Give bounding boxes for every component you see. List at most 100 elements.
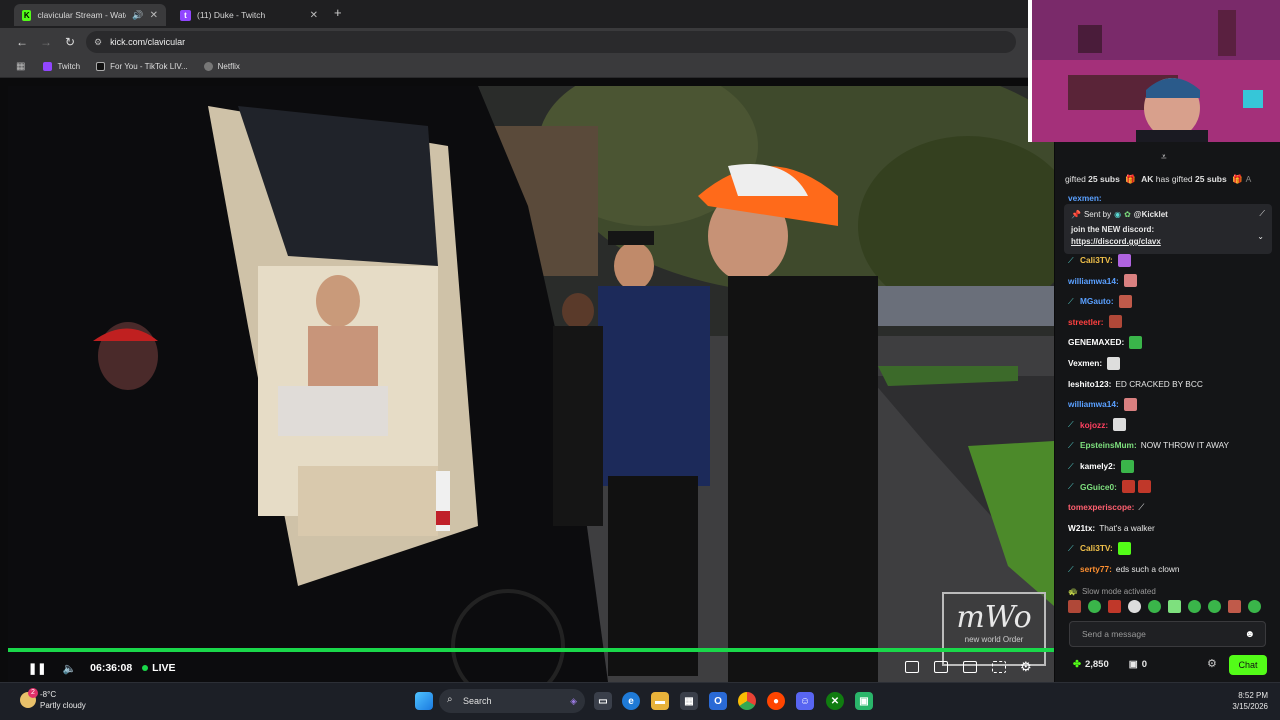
chat-settings-icon[interactable]: ⚙ [1207,657,1217,670]
chat-message: williamwa14: [1068,274,1137,288]
miniplayer-icon[interactable] [905,661,919,673]
chat-username[interactable]: streetler: [1068,317,1104,327]
address-bar[interactable]: ⚙ kick.com/clavicular [86,31,1016,53]
kick-icon: K [22,9,32,21]
expand-chevron-icon[interactable]: ⌄ [1257,232,1264,241]
system-clock[interactable]: 8:52 PM 3/15/2026 [1232,690,1268,712]
bookmark-netflix[interactable]: Netflix [203,62,240,71]
clock-date: 3/15/2026 [1232,702,1268,711]
chat-username[interactable]: williamwa14: [1068,399,1119,409]
chat-username[interactable]: W21tx: [1068,523,1095,533]
edge-icon[interactable]: e [622,692,640,710]
apps-grid-icon[interactable]: ▦ [16,61,25,72]
twitch-icon: t [180,9,191,21]
chat-input[interactable]: Send a message ☻ [1069,621,1266,647]
speaker-icon[interactable]: 🔊 [132,10,143,21]
volume-icon[interactable]: 🔈 [62,662,76,675]
chat-message: Vexmen: [1068,356,1121,370]
subscriber-badge-icon: ⟋ [1068,564,1074,574]
clock-time: 8:52 PM [1238,691,1268,700]
emote-icon[interactable] [1088,600,1101,613]
chat-username[interactable]: Cali3TV: [1080,255,1113,265]
video-progress-bar[interactable] [8,648,1054,652]
file-explorer-icon[interactable]: ▬ [651,692,669,710]
emote-icon[interactable] [1248,600,1261,613]
emote-icon[interactable] [1128,600,1141,613]
windows-start-icon[interactable] [415,692,433,710]
elapsed-time: 06:36:08 [90,662,133,674]
chat-username[interactable]: kojozz: [1080,420,1108,430]
emote-icon [1118,294,1132,308]
theater-mode-icon[interactable] [963,661,977,673]
reddit-icon[interactable]: ● [767,692,785,710]
back-icon[interactable]: ← [10,30,34,54]
weather-widget[interactable]: 2 -8°C Partly cloudy [20,688,86,711]
collapse-chevron-icon[interactable]: ⩡ [1161,152,1167,163]
chat-username[interactable]: tomexperiscope: [1068,502,1134,512]
tab-title: clavicular Stream - Watch L [37,10,126,20]
task-view-icon[interactable]: ▭ [594,692,612,710]
pinned-message[interactable]: 📌 Sent by ◉ ✿ @Kicklet ⟋ join the NEW di… [1064,204,1272,254]
stream-video[interactable]: mWo new world Order [8,86,1054,682]
emote-icon[interactable] [1168,600,1181,613]
app-icon[interactable]: ▣ [855,692,873,710]
close-tab-icon[interactable]: ✕ [310,10,318,21]
emote-icon[interactable] [1108,600,1121,613]
chat-username[interactable]: Cali3TV: [1080,543,1113,553]
chat-message: williamwa14: [1068,397,1137,411]
chat-username[interactable]: GENEMAXED: [1068,337,1124,347]
webcam-frame [1028,0,1280,142]
emoji-picker-icon[interactable]: ☻ [1244,629,1255,640]
xbox-icon[interactable]: ✕ [826,692,844,710]
subscriber-badge-icon: ⟋ [1068,461,1074,471]
chat-username[interactable]: leshito123: [1068,379,1111,389]
emote-icon[interactable] [1148,600,1161,613]
subscriber-badge-icon: ⟋ [1068,255,1074,265]
emote-icon[interactable] [1228,600,1241,613]
store-icon[interactable]: ▦ [680,692,698,710]
send-chat-button[interactable]: Chat [1229,655,1267,675]
forward-icon[interactable]: → [34,30,58,54]
subscriber-badge-icon: ⟋ [1068,296,1074,306]
chat-username[interactable]: williamwa14: [1068,276,1119,286]
unpin-icon[interactable]: ⟋ [1259,209,1265,219]
close-tab-icon[interactable]: ✕ [150,10,158,21]
emote-icon[interactable] [1068,600,1081,613]
chat-username[interactable]: EpsteinsMum: [1080,440,1137,450]
fullscreen-icon[interactable] [992,661,1006,673]
pinned-link[interactable]: https://discord.gg/clavx [1071,237,1265,246]
points-value: 2,850 [1084,659,1109,670]
gift-text: A [1245,174,1252,184]
bookmarks-bar: ▦ Twitch For You - TikTok LIV... Netflix [0,56,1030,78]
pause-icon[interactable]: ❚❚ [28,662,46,675]
site-info-icon[interactable]: ⚙ [94,37,102,48]
settings-gear-icon[interactable]: ⚙ [1020,659,1032,675]
chat-message: ⟋ kojozz: [1068,418,1127,432]
tab-twitch[interactable]: t (11) Duke - Twitch ✕ [172,4,326,26]
discord-icon[interactable]: ☺ [796,692,814,710]
chrome-icon[interactable] [738,692,756,710]
weather-icon: 2 [20,688,38,708]
watermark-text: mWo [956,600,1032,635]
outlook-icon[interactable]: O [709,692,727,710]
chat-username[interactable]: serty77: [1080,564,1112,574]
chat-username[interactable]: GGuice0: [1080,482,1117,492]
emote-icon[interactable] [1188,600,1201,613]
chat-username[interactable]: kamely2: [1080,461,1116,471]
bookmark-tiktok[interactable]: For You - TikTok LIV... [96,62,188,71]
new-tab-button[interactable]: + [334,5,342,20]
gifts-value: 0 [1141,659,1148,670]
emote-icon[interactable] [1208,600,1221,613]
bookmark-label: Twitch [57,62,81,71]
chat-username[interactable]: Vexmen: [1068,358,1102,368]
watermark-subtext: new world Order [964,635,1024,644]
bookmark-twitch[interactable]: Twitch [43,62,80,71]
clip-icon[interactable] [934,661,948,673]
chat-username[interactable]: MGauto: [1080,296,1114,306]
page-gap [0,79,1030,86]
reload-icon[interactable]: ↻ [58,30,82,54]
channel-points[interactable]: ✤ 2,850 ▣ 0 [1073,659,1147,670]
chat-username[interactable]: vexmen: [1068,193,1102,203]
tab-kick[interactable]: K clavicular Stream - Watch L 🔊 ✕ [14,4,166,26]
taskbar-search[interactable]: ⌕ Search ◈ [439,689,585,713]
